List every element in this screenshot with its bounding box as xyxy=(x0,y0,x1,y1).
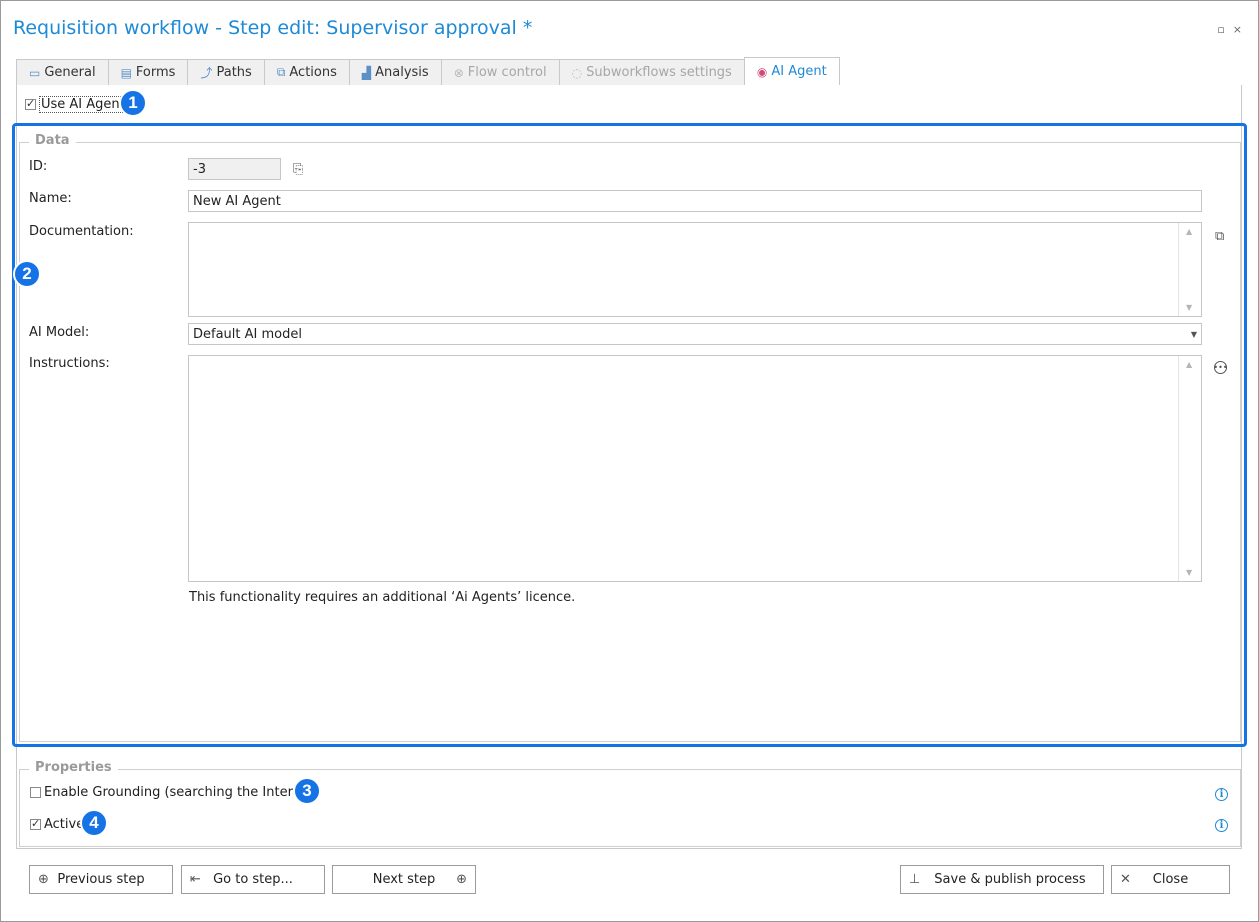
checkbox-unchecked-icon[interactable] xyxy=(30,787,41,798)
data-highlight-frame xyxy=(12,123,1247,747)
subworkflow-icon: ◌ xyxy=(571,65,583,80)
tab-label: Forms xyxy=(135,65,176,80)
info-icon[interactable]: i xyxy=(1215,819,1228,832)
tab-label: AI Agent xyxy=(771,64,827,79)
tab-label: Paths xyxy=(216,65,252,80)
stamp-icon: ⊥ xyxy=(909,872,921,887)
ai-agent-icon: ◉ xyxy=(756,64,768,79)
properties-group xyxy=(19,769,1241,847)
tab-label: Flow control xyxy=(467,65,547,80)
flow-control-icon: ⊗ xyxy=(453,65,464,80)
callout-badge-1: 1 xyxy=(119,89,147,117)
tab-flow-control: ⊗ Flow control xyxy=(440,59,560,85)
tab-forms[interactable]: ▤ Forms xyxy=(107,59,189,85)
use-ai-agent-label: Use AI Agent xyxy=(39,96,127,113)
paths-icon: ⤴ xyxy=(200,66,213,80)
tab-analysis[interactable]: ▟ Analysis xyxy=(348,59,442,85)
arrow-right-circle-icon: ⊕ xyxy=(456,872,467,887)
tab-general[interactable]: ▭ General xyxy=(16,59,109,85)
properties-group-legend: Properties xyxy=(29,760,118,775)
callout-badge-2: 2 xyxy=(13,260,41,288)
analysis-icon: ▟ xyxy=(361,65,372,80)
checkbox-checked-icon[interactable] xyxy=(25,97,36,110)
go-to-step-button[interactable]: ⇤ Go to step... xyxy=(181,865,325,894)
close-button[interactable]: ✕ Close xyxy=(1111,865,1230,894)
next-step-button[interactable]: Next step ⊕ xyxy=(332,865,476,894)
checkbox-checked-icon[interactable] xyxy=(30,817,41,830)
go-to-icon: ⇤ xyxy=(190,872,201,887)
use-ai-agent-checkbox[interactable]: Use AI Agent xyxy=(25,96,127,113)
restore-icon[interactable]: ▫ xyxy=(1217,23,1224,36)
tab-label: Analysis xyxy=(375,65,429,80)
enable-grounding-label: Enable Grounding (searching the Internet… xyxy=(44,785,320,800)
enable-grounding-checkbox[interactable]: Enable Grounding (searching the Internet… xyxy=(30,785,319,800)
tab-ai-agent[interactable]: ◉ AI Agent xyxy=(743,57,840,85)
active-label: Active xyxy=(44,817,85,832)
actions-icon: ⧉ xyxy=(276,65,286,79)
tab-label: General xyxy=(44,65,96,80)
window-icon: ▭ xyxy=(29,65,41,80)
active-checkbox[interactable]: Active xyxy=(30,817,84,832)
save-publish-label: Save & publish process xyxy=(934,872,1086,887)
callout-badge-4: 4 xyxy=(80,809,108,837)
close-x-icon: ✕ xyxy=(1120,872,1131,887)
tab-actions[interactable]: ⧉ Actions xyxy=(263,59,350,85)
tab-paths[interactable]: ⤴ Paths xyxy=(187,59,265,85)
arrow-left-circle-icon: ⊕ xyxy=(38,872,49,887)
next-step-label: Next step xyxy=(372,872,436,887)
save-publish-button[interactable]: ⊥ Save & publish process xyxy=(900,865,1104,894)
form-icon: ▤ xyxy=(120,65,132,80)
window-title: Requisition workflow - Step edit: Superv… xyxy=(13,17,533,39)
info-icon[interactable]: i xyxy=(1215,788,1228,801)
tab-strip: ▭ General ▤ Forms ⤴ Paths ⧉ Actions ▟ An… xyxy=(16,57,840,85)
window-controls: ▫ × xyxy=(1217,23,1242,36)
callout-badge-3: 3 xyxy=(293,777,321,805)
tab-label: Actions xyxy=(289,65,337,80)
previous-step-button[interactable]: ⊕ Previous step xyxy=(29,865,173,894)
go-to-step-label: Go to step... xyxy=(213,872,293,887)
tab-subworkflows-settings: ◌ Subworkflows settings xyxy=(558,59,745,85)
close-icon[interactable]: × xyxy=(1233,23,1242,36)
tab-label: Subworkflows settings xyxy=(586,65,732,80)
step-edit-window: Requisition workflow - Step edit: Superv… xyxy=(0,0,1259,922)
previous-step-label: Previous step xyxy=(57,872,145,887)
